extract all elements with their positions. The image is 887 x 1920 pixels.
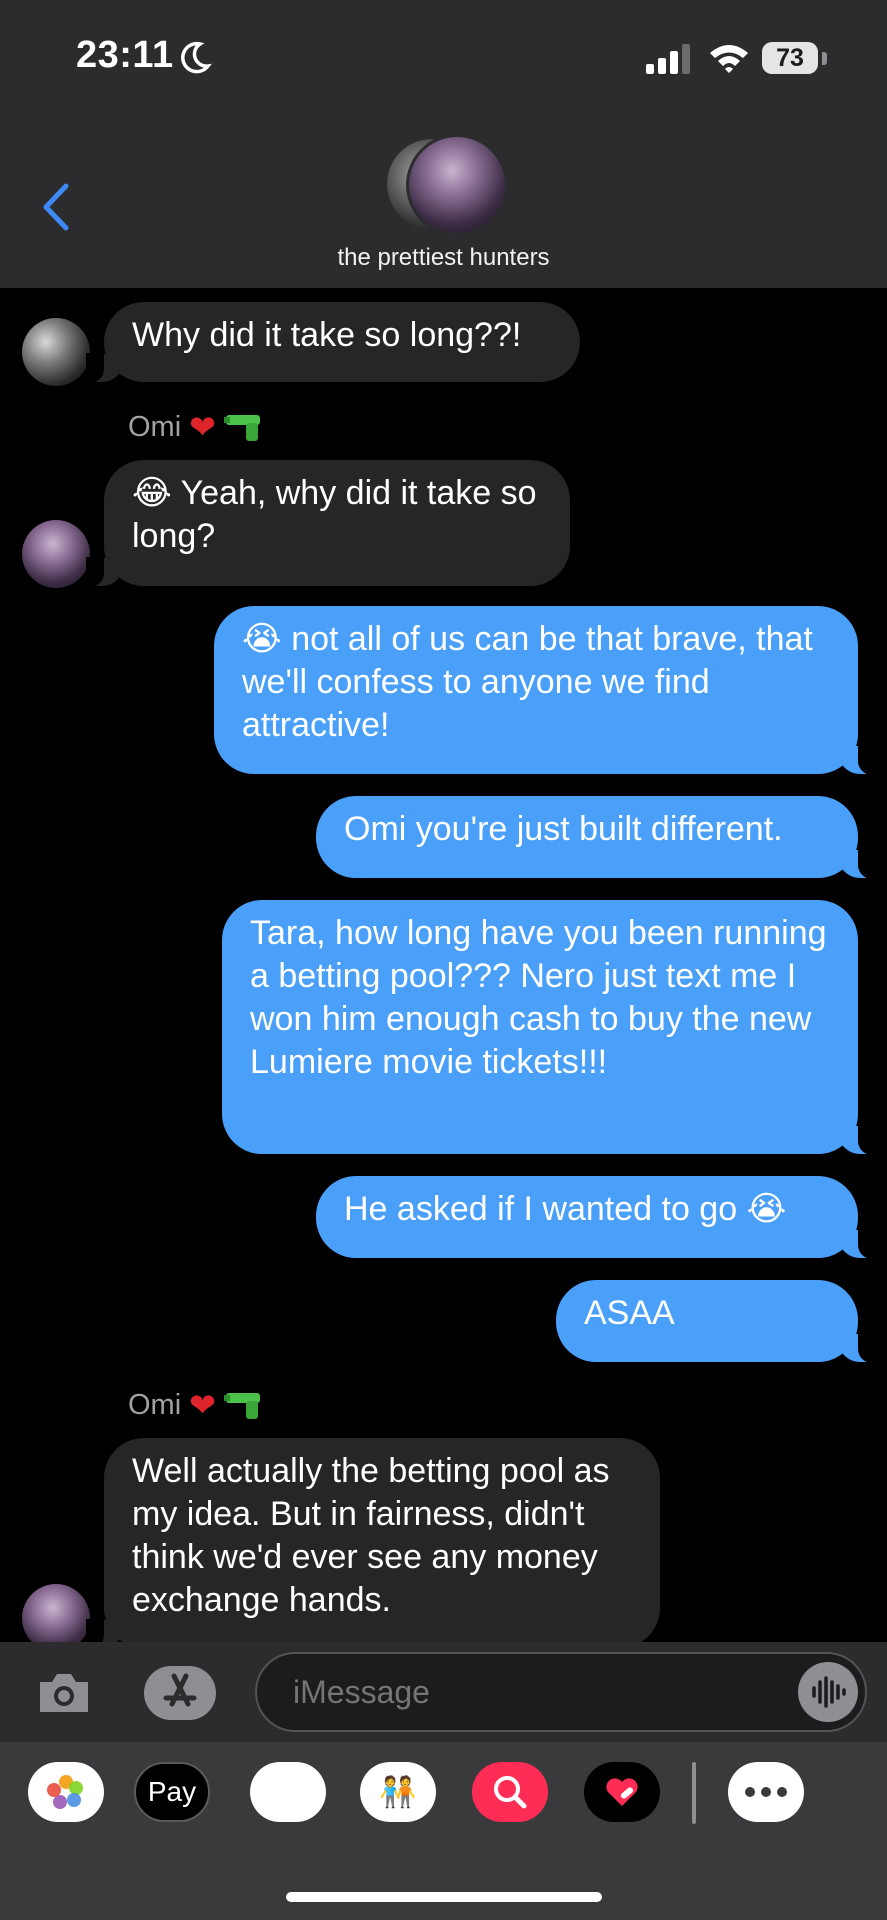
apple-pay-icon[interactable]: Pay <box>134 1762 210 1822</box>
message-text: Omi you're just built different. <box>344 810 783 848</box>
photos-app-icon[interactable] <box>28 1762 104 1822</box>
moon-icon <box>181 41 212 74</box>
ellipsis-icon[interactable] <box>728 1762 804 1822</box>
digital-touch-icon[interactable] <box>584 1762 660 1822</box>
message-text: He asked if I wanted to go <box>344 1190 738 1228</box>
avatar[interactable] <box>22 520 90 588</box>
message-input[interactable] <box>255 1652 867 1732</box>
status-time: 23:11 <box>76 34 174 76</box>
outgoing-message[interactable]: ASAA <box>556 1280 876 1363</box>
home-indicator[interactable] <box>286 1892 602 1902</box>
water-pistol-icon <box>223 415 260 441</box>
outgoing-message[interactable]: 😭 not all of us can be that brave, that … <box>214 606 876 775</box>
crying-laughing-emoji: 😂 <box>132 474 172 512</box>
message-text: Well actually the betting pool as my ide… <box>132 1452 610 1619</box>
crying-emoji: 😭 <box>242 620 282 658</box>
incoming-message[interactable]: Why did it take so long??! <box>86 302 580 383</box>
chevron-left-icon[interactable] <box>36 182 76 232</box>
wifi-icon <box>710 45 748 73</box>
waveform-icon[interactable] <box>798 1662 858 1722</box>
sender-label: Omi <box>128 1388 182 1421</box>
sender-name: Omi ❤ <box>128 1386 264 1424</box>
group-avatar-primary[interactable] <box>406 134 508 236</box>
camera-icon[interactable] <box>36 1670 92 1716</box>
memoji-stickers-icon[interactable]: 🧑‍🤝‍🧑 <box>360 1762 436 1822</box>
apple-pay-label: Pay <box>147 1776 197 1807</box>
image-search-icon[interactable] <box>472 1762 548 1822</box>
message-text: Why did it take so long??! <box>132 316 522 354</box>
outgoing-message[interactable]: Omi you're just built different. <box>316 796 876 879</box>
incoming-message[interactable]: Well actually the betting pool as my ide… <box>86 1438 660 1649</box>
battery-indicator: 73 <box>762 42 818 74</box>
conversation-header: 23:11 73 the prettiest hunters <box>0 0 887 288</box>
message-text: ASAA <box>584 1294 675 1332</box>
app-store-icon[interactable] <box>144 1666 216 1720</box>
monkey-memoji-icon[interactable]: 🐵 <box>250 1762 326 1822</box>
outgoing-message[interactable]: He asked if I wanted to go 😭 <box>316 1176 876 1259</box>
crying-emoji: 😭 <box>746 1190 787 1228</box>
message-text: not all of us can be that brave, that we… <box>242 620 813 744</box>
group-name[interactable]: the prettiest hunters <box>0 244 887 272</box>
heart-icon: ❤ <box>189 409 216 445</box>
message-text: Yeah, why did it take so long? <box>132 474 537 555</box>
sender-name: Omi ❤ <box>128 408 264 446</box>
message-text: Tara, how long have you been running a b… <box>250 914 827 1081</box>
heart-icon: ❤ <box>189 1387 216 1423</box>
drawer-divider <box>692 1762 696 1824</box>
battery-tip <box>822 52 827 65</box>
avatar[interactable] <box>22 318 90 386</box>
water-pistol-icon <box>223 1393 260 1419</box>
outgoing-message[interactable]: Tara, how long have you been running a b… <box>222 900 876 1155</box>
signal-icon <box>646 44 690 74</box>
incoming-message[interactable]: 😂 Yeah, why did it take so long? <box>86 460 570 587</box>
sender-label: Omi <box>128 410 182 443</box>
